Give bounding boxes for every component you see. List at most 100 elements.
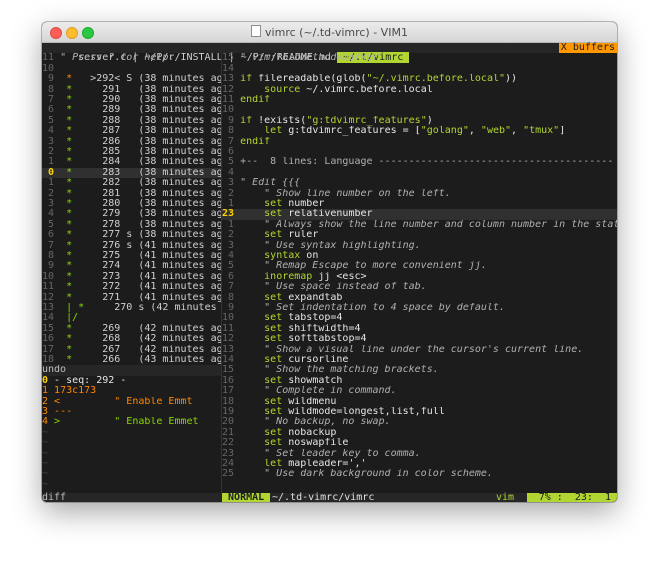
undotree-row[interactable]: 12 * 271 (41 minutes ago) xyxy=(42,293,221,303)
undotree-node-mark: * xyxy=(60,271,91,282)
undotree-row[interactable]: 6 * 289 (38 minutes ago) xyxy=(42,105,221,115)
editor-line[interactable]: 17 " Complete in command. xyxy=(222,386,617,396)
editor-line[interactable]: 7 endif xyxy=(222,137,617,147)
code-text: ) xyxy=(426,115,433,126)
editor-line[interactable]: 10 xyxy=(222,105,617,115)
editor-line[interactable]: 9 " Set indentation to 4 space by defaul… xyxy=(222,303,617,313)
undotree-row[interactable]: 6 * 277 s (38 minutes ago) xyxy=(42,230,221,240)
editor-line[interactable]: 13 " Show a visual line under the cursor… xyxy=(222,345,617,355)
undotree-timestamp: (38 minutes ago) xyxy=(138,84,221,95)
undotree-row[interactable]: 14 |/ xyxy=(42,313,221,323)
close-tab-icon[interactable]: X xyxy=(561,42,567,53)
undotree-row[interactable]: 2 * 281 (38 minutes ago) xyxy=(42,189,221,199)
undotree-row[interactable]: 0 * 283 (38 minutes ago) xyxy=(42,167,221,179)
editor-line[interactable]: 24 let mapleader=',' xyxy=(222,459,617,469)
diff-row[interactable]: 3 --- xyxy=(42,407,221,417)
undotree-timestamp: (41 minutes ago) xyxy=(138,261,221,272)
line-number: 4 xyxy=(42,209,61,220)
undotree-row[interactable]: 7 * 276 s (41 minutes ago) xyxy=(42,241,221,251)
editor-line[interactable]: 11 endif xyxy=(222,95,617,105)
editor-line[interactable]: 14 xyxy=(222,64,617,74)
code-keyword: glob xyxy=(336,74,361,85)
undotree-row[interactable]: 9 * 274 (41 minutes ago) xyxy=(42,261,221,271)
editor-line[interactable]: 9 if !exists("g:tdvimrc_features") xyxy=(222,116,617,126)
code-text: ~/.vimrc.before.local xyxy=(300,84,433,95)
editor-line[interactable]: 2 " Show line number on the left. xyxy=(222,189,617,199)
undotree-row[interactable]: 10 xyxy=(42,64,221,74)
code-string: "tmux" xyxy=(523,126,560,137)
undotree-row[interactable]: 10 * 273 (41 minutes ago) xyxy=(42,272,221,282)
undotree-row[interactable]: 1 * 284 (38 minutes ago) xyxy=(42,157,221,167)
undotree-row[interactable]: 1 * 282 (38 minutes ago) xyxy=(42,178,221,188)
line-number: 22 xyxy=(222,438,241,449)
undotree-row[interactable]: 5 * 288 (38 minutes ago) xyxy=(42,116,221,126)
undotree-row[interactable]: 8 * 291 (38 minutes ago) xyxy=(42,85,221,95)
editor-current-line[interactable]: 23 set relativenumber xyxy=(222,209,617,220)
undotree-row[interactable]: 11 " Press ? for help. xyxy=(42,53,221,63)
editor-line[interactable]: 8 set expandtab xyxy=(222,293,617,303)
line-number: 1 xyxy=(42,178,61,189)
undotree-row[interactable]: 3 * 280 (38 minutes ago) xyxy=(42,199,221,209)
editor-line[interactable]: 4 xyxy=(222,168,617,178)
undotree-row[interactable]: 11 * 272 (41 minutes ago) xyxy=(42,282,221,292)
editor-line[interactable]: 23 " Set leader key to comma. xyxy=(222,449,617,459)
editor-pane[interactable]: 15 " vim:foldmethod=marker 14 13 if filer… xyxy=(222,53,617,493)
line-number: 18 xyxy=(222,396,241,407)
editor-line[interactable]: 4 syntax on xyxy=(222,251,617,261)
editor-line[interactable]: 25 " Use dark background in color scheme… xyxy=(222,469,617,479)
editor-line[interactable]: 18 set wildmenu xyxy=(222,397,617,407)
editor-line[interactable]: 6 inoremap jj <esc> xyxy=(222,272,617,282)
undotree-row[interactable]: 16 * 268 (42 minutes ago) xyxy=(42,334,221,344)
editor-line[interactable]: 11 set shiftwidth=4 xyxy=(222,324,617,334)
undotree-row[interactable]: 8 * 275 (41 minutes ago) xyxy=(42,251,221,261)
editor-line[interactable]: 15 " Show the matching brackets. xyxy=(222,365,617,375)
terminal-area[interactable]: server.c | ~/P/r/INSTALL | ~/P/r/README.… xyxy=(42,42,617,502)
editor-line[interactable]: 3 " Use syntax highlighting. xyxy=(222,241,617,251)
undotree-row[interactable]: 2 * 285 (38 minutes ago) xyxy=(42,147,221,157)
editor-line[interactable]: 5 " Remap Escape to more convenient jj. xyxy=(222,261,617,271)
undotree-row[interactable]: 4 * 287 (38 minutes ago) xyxy=(42,126,221,136)
editor-line[interactable]: 12 set softtabstop=4 xyxy=(222,334,617,344)
undotree-row[interactable]: 5 * 278 (38 minutes ago) xyxy=(42,220,221,230)
undotree-saved-flag: S xyxy=(126,74,139,85)
editor-line[interactable]: 13 if filereadable(glob("~/.vimrc.before… xyxy=(222,74,617,84)
buffers-indicator[interactable]: X buffers xyxy=(558,42,617,54)
editor-line[interactable]: 5 +-- 8 lines: Language ----------------… xyxy=(222,157,617,167)
editor-line[interactable]: 10 set tabstop=4 xyxy=(222,313,617,323)
editor-line[interactable]: 15 " vim:foldmethod=marker xyxy=(222,53,617,63)
editor-line[interactable]: 21 set nobackup xyxy=(222,428,617,438)
editor-line[interactable]: 7 " Use space instead of tab. xyxy=(222,282,617,292)
editor-line[interactable]: 2 set ruler xyxy=(222,230,617,240)
editor-line[interactable]: 6 xyxy=(222,147,617,157)
editor-line[interactable]: 20 " No backup, no swap. xyxy=(222,417,617,427)
editor-line[interactable]: 22 set noswapfile xyxy=(222,438,617,448)
editor-line[interactable]: 8 let g:tdvimrc_features = ["golang", "w… xyxy=(222,126,617,136)
editor-line[interactable]: 19 set wildmode=longest,list,full xyxy=(222,407,617,417)
editor-line[interactable]: 1 set number xyxy=(222,199,617,209)
editor-line[interactable]: 1 " Always show the line number and colu… xyxy=(222,220,617,230)
undotree-row[interactable]: 3 * 286 (38 minutes ago) xyxy=(42,137,221,147)
mode-indicator: NORMAL xyxy=(222,493,271,502)
undotree-row[interactable]: 15 * 269 (42 minutes ago) xyxy=(42,324,221,334)
line-number: 6 xyxy=(42,230,61,241)
undotree-row[interactable]: 17 * 267 (42 minutes ago) xyxy=(42,345,221,355)
diff-row[interactable]: 0 - seq: 292 - xyxy=(42,376,221,386)
undotree-pane[interactable]: 11 " Press ? for help. 10 9 * >292< S (38… xyxy=(42,53,221,493)
editor-line[interactable]: 3 " Edit {{{ xyxy=(222,178,617,188)
undotree-row[interactable]: 9 * >292< S (38 minutes ago) xyxy=(42,74,221,84)
diff-text: - seq: 292 - xyxy=(54,375,127,386)
undotree-row[interactable]: 4 * 279 (38 minutes ago) xyxy=(42,209,221,219)
filetype-indicator: vim xyxy=(496,492,515,502)
diff-row[interactable]: 1 173c173 xyxy=(42,386,221,396)
editor-line[interactable]: 14 set cursorline xyxy=(222,355,617,365)
undotree-row[interactable]: 18 * 266 (43 minutes ago) xyxy=(42,355,221,365)
undotree-row[interactable]: 7 * 290 (38 minutes ago) xyxy=(42,95,221,105)
editor-line[interactable]: 12 source ~/.vimrc.before.local xyxy=(222,85,617,95)
editor-line[interactable]: 16 set showmatch xyxy=(222,376,617,386)
undotree-row[interactable]: 13 | * 270 s (42 minutes ag xyxy=(42,303,221,313)
diff-row[interactable]: 2 < " Enable Emmt xyxy=(42,397,221,407)
diff-row[interactable]: 4 > " Enable Emmet xyxy=(42,417,221,427)
